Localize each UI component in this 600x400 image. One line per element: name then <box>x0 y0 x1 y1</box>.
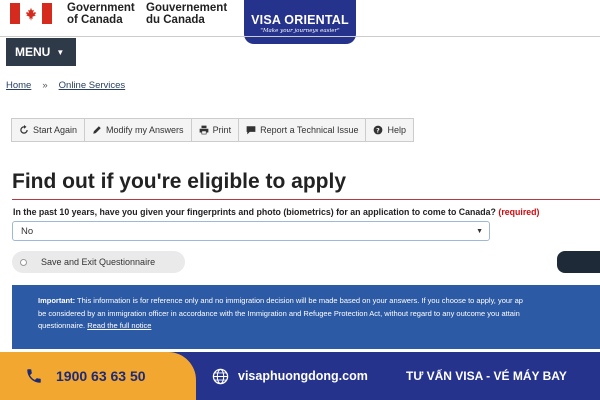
question-text: In the past 10 years, have you given you… <box>13 207 496 217</box>
website-text: visaphuongdong.com <box>238 369 368 383</box>
breadcrumb-online-services-link[interactable]: Online Services <box>59 80 126 91</box>
next-button[interactable] <box>557 251 600 273</box>
question-label: In the past 10 years, have you given you… <box>13 207 539 217</box>
gov-fr-line1: Gouvernement <box>146 2 228 14</box>
modify-answers-button[interactable]: Modify my Answers <box>85 119 192 141</box>
notice-text1: This information is for reference only a… <box>77 296 523 305</box>
selected-answer: No <box>21 225 34 237</box>
modify-answers-label: Modify my Answers <box>106 125 184 135</box>
phone-number: 1900 63 63 50 <box>56 368 146 384</box>
breadcrumb: Home » Online Services <box>6 80 125 91</box>
breadcrumb-home-link[interactable]: Home <box>6 80 31 91</box>
gouvernement-du-canada-wordmark[interactable]: Gouvernement du Canada <box>146 2 227 26</box>
government-of-canada-wordmark[interactable]: Government of Canada <box>67 2 135 26</box>
notice-text3: questionnaire. <box>38 321 86 330</box>
help-icon: ? <box>374 125 383 135</box>
required-marker: (required) <box>498 207 540 217</box>
gov-en-line1: Government <box>67 2 135 14</box>
globe-icon <box>212 368 229 384</box>
comment-icon <box>246 126 256 135</box>
gov-en-line2: of Canada <box>67 14 123 26</box>
notice-line2: be considered by an immigration officer … <box>38 308 520 318</box>
breadcrumb-separator: » <box>42 80 48 91</box>
print-label: Print <box>212 125 232 135</box>
biometrics-answer-select[interactable]: No ▼ <box>12 221 490 241</box>
logo-name: VISA ORIENTAL <box>251 13 349 27</box>
pencil-icon <box>93 126 101 134</box>
page-title: Find out if you're eligible to apply <box>12 170 347 193</box>
print-button[interactable]: Print <box>191 119 240 141</box>
help-button[interactable]: ? Help <box>366 119 413 141</box>
canada-flag-icon[interactable] <box>10 3 52 24</box>
logo-tagline: "Make your journeys easier" <box>260 28 340 34</box>
header-divider <box>0 36 600 37</box>
menu-label: MENU <box>15 45 51 59</box>
save-exit-button[interactable]: Save and Exit Questionnaire <box>12 251 185 273</box>
title-divider <box>12 199 600 200</box>
notice-label: Important: <box>38 296 76 305</box>
questionnaire-toolbar: Start Again Modify my Answers Print Repo… <box>11 118 414 142</box>
start-again-label: Start Again <box>33 125 78 135</box>
menu-button[interactable]: MENU ▼ <box>6 38 76 66</box>
maple-leaf-icon <box>26 7 36 20</box>
printer-icon <box>199 125 208 135</box>
notice-line1: Important: This information is for refer… <box>38 295 600 308</box>
chevron-down-icon: ▼ <box>476 227 483 235</box>
notice-line3: questionnaire. Read the full notice <box>38 320 600 333</box>
website-link[interactable]: visaphuongdong.com <box>212 352 368 400</box>
phone-contact[interactable]: 1900 63 63 50 <box>0 352 196 400</box>
phone-icon <box>27 369 41 383</box>
save-icon <box>20 258 27 266</box>
report-issue-button[interactable]: Report a Technical Issue <box>239 119 367 141</box>
footer-slogan: TƯ VẤN VISA - VÉ MÁY BAY <box>406 369 567 383</box>
start-again-button[interactable]: Start Again <box>12 119 86 141</box>
read-full-notice-link[interactable]: Read the full notice <box>87 321 151 330</box>
save-exit-label: Save and Exit Questionnaire <box>41 257 156 267</box>
refresh-icon <box>20 125 28 134</box>
gov-fr-line2: du Canada <box>146 14 205 26</box>
svg-text:?: ? <box>377 128 381 135</box>
visa-oriental-logo: VISA ORIENTAL "Make your journeys easier… <box>244 0 356 44</box>
important-notice: Important: This information is for refer… <box>12 285 600 349</box>
chevron-down-icon: ▼ <box>56 47 65 57</box>
help-label: Help <box>387 125 406 135</box>
report-issue-label: Report a Technical Issue <box>260 125 359 135</box>
